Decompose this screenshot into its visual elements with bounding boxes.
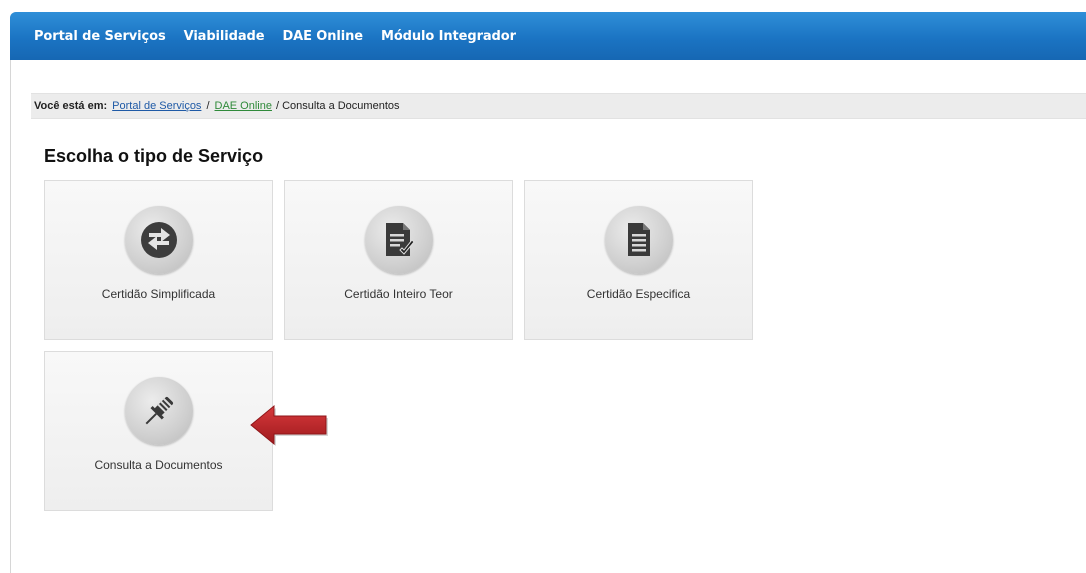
top-navbar: Portal de Serviços Viabilidade DAE Onlin… [10,12,1086,60]
breadcrumb-link-portal[interactable]: Portal de Serviços [112,100,201,112]
service-label: Certidão Simplificada [101,287,216,301]
service-card-certidao-inteiro-teor[interactable]: Certidão Inteiro Teor [284,180,513,340]
pointer-arrow-icon [248,403,330,454]
nav-modulo-integrador[interactable]: Módulo Integrador [381,29,516,44]
page-title: Escolha o tipo de Serviço [44,146,264,166]
breadcrumb-current: / Consulta a Documentos [275,100,400,112]
service-card-consulta-documentos[interactable]: Consulta a Documentos [44,351,273,511]
service-label: Consulta a Documentos [94,458,223,472]
refresh-icon [124,206,193,274]
service-card-certidao-simplificada[interactable]: Certidão Simplificada [44,180,273,340]
service-label: Certidão Especifica [586,287,691,301]
nav-viabilidade[interactable]: Viabilidade [184,29,265,44]
breadcrumb-label: Você está em: [34,100,108,112]
document-icon [604,206,673,274]
breadcrumb: Você está em: Portal de Serviços / DAE O… [31,93,1086,119]
pin-icon [124,377,193,445]
nav-portal-servicos[interactable]: Portal de Serviços [34,29,166,44]
nav-dae-online[interactable]: DAE Online [282,29,363,44]
breadcrumb-link-dae[interactable]: DAE Online [215,100,272,112]
service-label: Certidão Inteiro Teor [344,287,453,301]
breadcrumb-separator: / [206,100,210,112]
document-check-icon [364,206,433,274]
service-card-certidao-especifica[interactable]: Certidão Especifica [524,180,753,340]
